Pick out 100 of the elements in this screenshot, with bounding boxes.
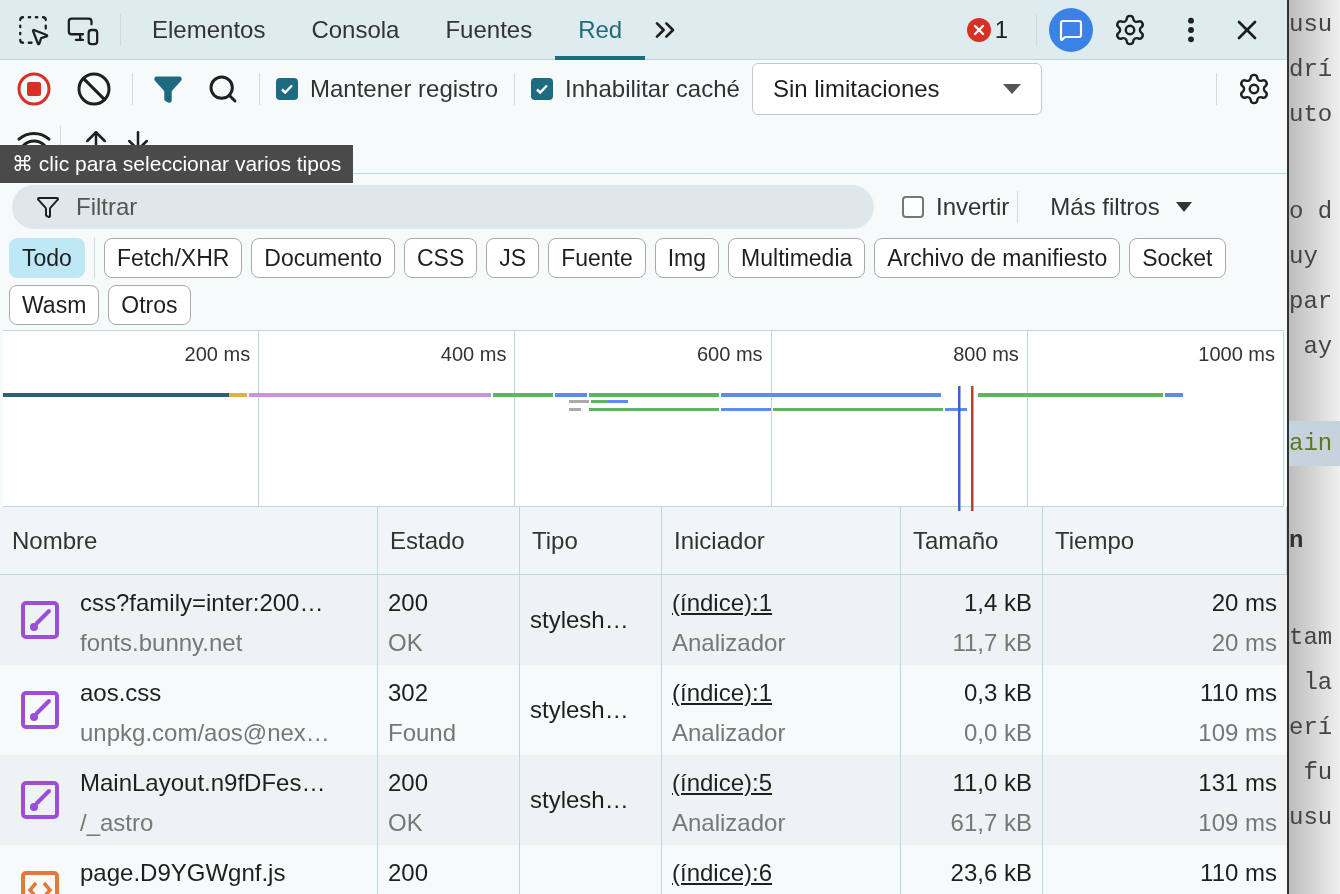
status-text: OK <box>388 809 424 837</box>
brush-icon <box>20 780 60 820</box>
panel-tab[interactable]: Elementos <box>129 0 289 60</box>
clear-icon[interactable] <box>76 71 112 107</box>
page-text: ay <box>1302 332 1334 362</box>
transferred-size: 1,4 kB <box>963 589 1032 617</box>
column-header[interactable]: Iniciador <box>674 522 765 559</box>
resource-size: 61,7 kB <box>950 809 1032 837</box>
column-header[interactable]: Tiempo <box>1055 522 1135 559</box>
page-text: la <box>1302 668 1334 698</box>
filter-input[interactable]: Filtrar <box>76 189 850 225</box>
type-filter-chip[interactable]: Todo <box>9 238 85 278</box>
page-text: drí <box>1289 55 1334 85</box>
page-heading: n <box>1289 526 1305 556</box>
page-text: tam <box>1289 623 1334 653</box>
column-header[interactable]: Nombre <box>12 522 98 559</box>
checkbox[interactable] <box>276 78 298 100</box>
column-header[interactable]: Tamaño <box>913 522 999 559</box>
panel-tab[interactable]: Fuentes <box>422 0 556 60</box>
time-tick: 600 ms <box>697 342 763 365</box>
type-filter-chip[interactable]: Fuente <box>548 238 646 278</box>
initiator-link[interactable]: (índice):6 <box>672 859 773 887</box>
request-time: 20 ms <box>1211 589 1277 617</box>
filter-field[interactable]: Filtrar <box>12 185 874 229</box>
type-filter-chip[interactable]: JS <box>486 238 540 278</box>
checkbox-label: Mantener registro <box>310 74 499 104</box>
panel-tab[interactable]: Consola <box>288 0 423 60</box>
resource-type: stylesh… <box>530 695 629 725</box>
initiator-type: Analizador <box>672 719 787 747</box>
error-icon <box>966 17 991 42</box>
initiator-type: Analizador <box>672 629 787 657</box>
initiator-link[interactable]: (índice):5 <box>672 769 773 797</box>
column-header[interactable]: Tipo <box>532 522 578 559</box>
request-time: 131 ms <box>1198 769 1277 797</box>
checkbox[interactable] <box>902 196 924 218</box>
page-text: fu <box>1302 758 1334 788</box>
request-time: 110 ms <box>1200 679 1277 707</box>
transferred-size: 11,0 kB <box>952 769 1032 797</box>
time-tick: 400 ms <box>440 342 507 365</box>
dropdown-caret-icon <box>1002 84 1021 94</box>
type-filter-chip[interactable]: Fetch/XHR <box>103 238 243 278</box>
filter-icon[interactable] <box>153 74 183 104</box>
settings-icon[interactable] <box>1113 12 1147 47</box>
ai-assistant-icon[interactable] <box>1049 7 1093 52</box>
page-text: uto <box>1289 100 1334 130</box>
type-filter-chip[interactable]: Img <box>654 238 720 278</box>
request-domain: fonts.bunny.net <box>80 629 244 657</box>
status-code: 200 <box>388 589 430 617</box>
stop-recording-icon[interactable] <box>16 71 52 107</box>
brush-icon <box>20 690 60 730</box>
status-code: 200 <box>388 769 430 797</box>
page-text: usu <box>1289 803 1334 833</box>
type-filter-chip[interactable]: Multimedia <box>728 238 866 278</box>
status-text: OK <box>388 629 424 657</box>
code-snippet: ain <box>1289 421 1340 466</box>
more-filters-dropdown[interactable]: Más filtros <box>1050 189 1192 225</box>
transferred-size: 23,6 kB <box>950 859 1032 887</box>
request-domain: unpkg.com/aos@nex… <box>80 719 330 747</box>
type-filter-chip[interactable]: Archivo de manifiesto <box>874 238 1121 278</box>
network-settings-icon[interactable] <box>1237 72 1271 106</box>
time-tick: 800 ms <box>953 342 1019 365</box>
resource-size: 11,7 kB <box>952 629 1032 657</box>
type-filter-chip[interactable]: CSS <box>404 238 478 278</box>
brush-icon <box>20 600 60 640</box>
page-text: usu <box>1289 10 1334 40</box>
request-time: 110 ms <box>1200 859 1277 887</box>
time-tick: 1000 ms <box>1198 342 1275 365</box>
error-count[interactable]: 1 <box>994 11 1008 48</box>
throttling-dropdown[interactable]: Sin limitaciones <box>751 63 1042 115</box>
column-header[interactable]: Estado <box>390 522 465 559</box>
page-text: o d <box>1289 197 1334 227</box>
resource-size: 0,0 kB <box>963 719 1032 747</box>
search-icon[interactable] <box>207 73 239 105</box>
checkbox-label: Invertir <box>936 192 1010 222</box>
initiator-link[interactable]: (índice):1 <box>672 679 773 707</box>
status-text: Found <box>388 719 458 747</box>
checkbox[interactable] <box>531 78 554 100</box>
request-domain: /_astro <box>80 809 155 837</box>
initiator-link[interactable]: (índice):1 <box>672 589 773 617</box>
type-filter-chip[interactable]: Documento <box>251 238 395 278</box>
filter-icon <box>36 195 60 219</box>
request-name[interactable]: page.D9YGWgnf.js <box>80 859 286 887</box>
latency-time: 109 ms <box>1198 719 1277 747</box>
transferred-size: 0,3 kB <box>963 679 1032 707</box>
request-name[interactable]: css?family=inter:200… <box>80 589 324 617</box>
time-tick: 200 ms <box>184 342 251 365</box>
panel-tab[interactable]: Red <box>555 0 646 60</box>
page-text: par <box>1289 287 1334 317</box>
type-filter-chip[interactable]: Otros <box>108 285 191 325</box>
request-name[interactable]: aos.css <box>80 679 330 707</box>
latency-time: 109 ms <box>1198 809 1277 837</box>
status-code: 302 <box>388 679 430 707</box>
status-code: 200 <box>388 859 430 887</box>
request-name[interactable]: MainLayout.n9fDFes… <box>80 769 326 797</box>
type-filter-chip[interactable]: Socket <box>1129 238 1226 278</box>
resource-type: stylesh… <box>530 605 629 635</box>
checkbox-label: Inhabilitar caché <box>565 74 740 104</box>
initiator-type: Analizador <box>672 809 787 837</box>
type-filter-chip[interactable]: Wasm <box>9 285 100 325</box>
page-text: erí <box>1289 713 1334 743</box>
